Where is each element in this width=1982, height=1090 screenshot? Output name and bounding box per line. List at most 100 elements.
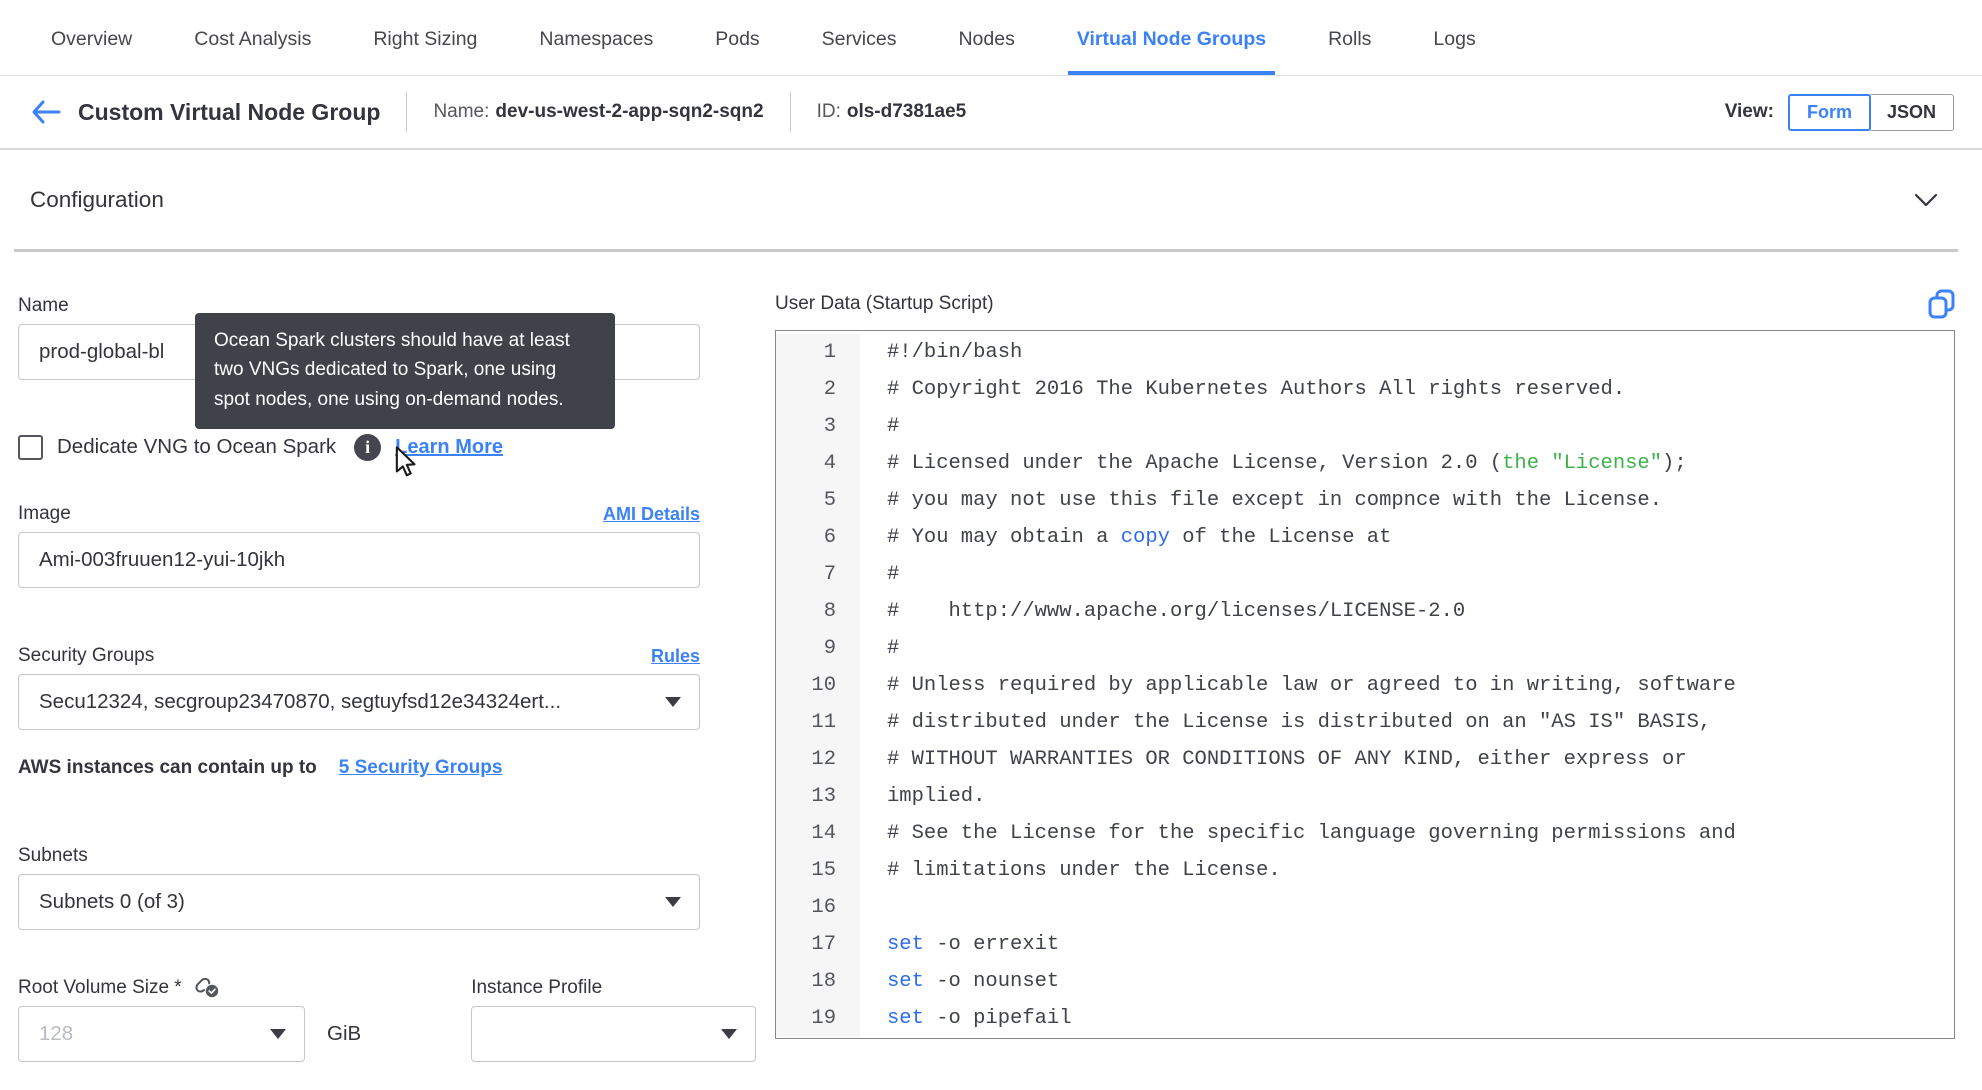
security-groups-helper-text: AWS instances can contain up to — [18, 757, 317, 778]
code-text: # you may not use this file except in co… — [887, 489, 1663, 512]
back-button[interactable] — [30, 99, 62, 125]
line-number: 7 — [776, 556, 860, 593]
code-line: 1 #!/bin/bash — [776, 334, 1954, 371]
subnets-dropdown[interactable]: Subnets 0 (of 3) — [18, 874, 700, 930]
five-security-groups-link[interactable]: 5 Security Groups — [339, 757, 503, 779]
rules-link[interactable]: Rules — [651, 646, 700, 667]
code-line: 14 # See the License for the specific lan… — [776, 815, 1954, 852]
configuration-section-header: Configuration — [0, 150, 1982, 249]
view-toggle-group: View: Form JSON — [1724, 93, 1954, 131]
code-line: 8 # http://www.apache.org/licenses/LICENS… — [776, 593, 1954, 630]
image-field-label: Image — [18, 503, 71, 524]
code-line: 16 — [776, 889, 1954, 926]
vng-name-value: dev-us-west-2-app-sqn2-sqn2 — [495, 101, 764, 122]
code-text: # limitations under the License. — [887, 859, 1281, 882]
root-volume-label: Root Volume Size * — [18, 977, 182, 998]
code-line: 7 # — [776, 556, 1954, 593]
vng-name-label: Name: — [433, 101, 490, 122]
ami-details-link[interactable]: AMI Details — [603, 504, 700, 525]
code-text: # You may obtain a copy of the License a… — [887, 526, 1392, 549]
vng-id-label: ID: — [816, 101, 841, 122]
tab-cost-analysis[interactable]: Cost Analysis — [185, 2, 320, 75]
instance-profile-dropdown[interactable] — [471, 1006, 757, 1062]
root-volume-size-dropdown[interactable]: 128 — [18, 1006, 305, 1062]
root-volume-block: Root Volume Size * 128 — [18, 976, 305, 1062]
subnets-label: Subnets — [18, 845, 88, 866]
line-number: 4 — [776, 445, 860, 482]
code-line: 13 implied. — [776, 778, 1954, 815]
line-number: 16 — [776, 889, 860, 926]
view-label: View: — [1724, 101, 1774, 122]
caret-down-icon — [665, 897, 681, 907]
code-line: 12 # WITHOUT WARRANTIES OR CONDITIONS OF … — [776, 741, 1954, 778]
line-number: 15 — [776, 852, 860, 889]
tab-services[interactable]: Services — [813, 2, 906, 75]
gib-unit-label: GiB — [327, 1022, 362, 1045]
top-tab-bar: Overview Cost Analysis Right Sizing Namespa… — [0, 0, 1982, 76]
code-text: # Copyright 2016 The Kubernetes Authors … — [887, 378, 1626, 401]
line-number: 19 — [776, 1000, 860, 1037]
root-volume-size-placeholder: 128 — [39, 1022, 74, 1045]
configuration-content: Name prod-global-bl Ocean Spark clusters… — [0, 252, 1982, 1062]
line-number: 13 — [776, 778, 860, 815]
tab-right-sizing[interactable]: Right Sizing — [364, 2, 486, 75]
code-line: 15 # limitations under the License. — [776, 852, 1954, 889]
form-column: Name prod-global-bl Ocean Spark clusters… — [18, 252, 757, 1062]
code-text: set -o pipefail — [887, 1007, 1072, 1030]
name-input-value: prod-global-bl — [39, 340, 165, 363]
line-number: 1 — [776, 334, 860, 371]
code-text: # — [887, 415, 900, 438]
line-number: 6 — [776, 519, 860, 556]
line-number: 9 — [776, 630, 860, 667]
code-text: implied. — [887, 785, 986, 808]
caret-down-icon — [665, 697, 681, 707]
dedicate-vng-checkbox[interactable] — [18, 434, 43, 460]
code-text: # — [887, 563, 900, 586]
divider — [406, 92, 408, 132]
back-arrow-icon — [32, 100, 61, 124]
tab-rolls[interactable]: Rolls — [1319, 2, 1380, 75]
caret-down-icon — [270, 1029, 286, 1039]
tab-overview[interactable]: Overview — [42, 2, 141, 75]
user-data-code-editor[interactable]: 1 #!/bin/bash 2 # Copyright 2016 The Kubern… — [775, 330, 1955, 1039]
tab-logs[interactable]: Logs — [1424, 2, 1484, 75]
tab-namespaces[interactable]: Namespaces — [530, 2, 662, 75]
security-groups-dropdown[interactable]: Secu12324, secgroup23470870, segtuyfsd12… — [18, 674, 700, 730]
code-line: 17 set -o errexit — [776, 926, 1954, 963]
tab-nodes[interactable]: Nodes — [949, 2, 1023, 75]
code-text: # See the License for the specific langu… — [887, 822, 1736, 845]
copy-icon — [1928, 289, 1955, 318]
view-json-button[interactable]: JSON — [1868, 93, 1954, 131]
collapse-section-button[interactable] — [1914, 193, 1952, 207]
code-line: 5 # you may not use this file except in c… — [776, 482, 1954, 519]
vng-id-meta: ID: ols-d7381ae5 — [817, 101, 967, 123]
code-line: 6 # You may obtain a copy of the License … — [776, 519, 1954, 556]
code-line: 10 # Unless required by applicable law or… — [776, 667, 1954, 704]
caret-down-icon — [721, 1029, 738, 1039]
copy-button[interactable] — [1928, 289, 1955, 320]
image-input[interactable]: Ami-003fruuen12-yui-10jkh — [18, 532, 700, 588]
dedicate-vng-label: Dedicate VNG to Ocean Spark — [57, 435, 337, 458]
view-form-button[interactable]: Form — [1787, 93, 1871, 131]
section-title: Configuration — [30, 186, 164, 212]
code-text: set -o nounset — [887, 970, 1060, 993]
link-icon[interactable] — [194, 977, 220, 999]
vng-id-value: ols-d7381ae5 — [846, 101, 967, 122]
line-number: 2 — [776, 371, 860, 408]
info-icon[interactable]: i — [354, 433, 382, 461]
learn-more-link[interactable]: Learn More — [395, 436, 503, 459]
code-line: 4 # Licensed under the Apache License, Ve… — [776, 445, 1954, 482]
code-line: 18 set -o nounset — [776, 963, 1954, 1000]
code-text: # — [887, 637, 900, 660]
tab-virtual-node-groups[interactable]: Virtual Node Groups — [1067, 2, 1276, 75]
line-number: 11 — [776, 704, 860, 741]
chevron-down-icon — [1914, 193, 1938, 206]
instance-profile-label: Instance Profile — [471, 977, 603, 998]
tab-pods[interactable]: Pods — [706, 2, 768, 75]
code-line: 3 # — [776, 408, 1954, 445]
code-line: 9 # — [776, 630, 1954, 667]
vng-name-meta: Name: dev-us-west-2-app-sqn2-sqn2 — [433, 101, 763, 123]
subnets-value: Subnets 0 (of 3) — [39, 890, 185, 913]
line-number: 18 — [776, 963, 860, 1000]
